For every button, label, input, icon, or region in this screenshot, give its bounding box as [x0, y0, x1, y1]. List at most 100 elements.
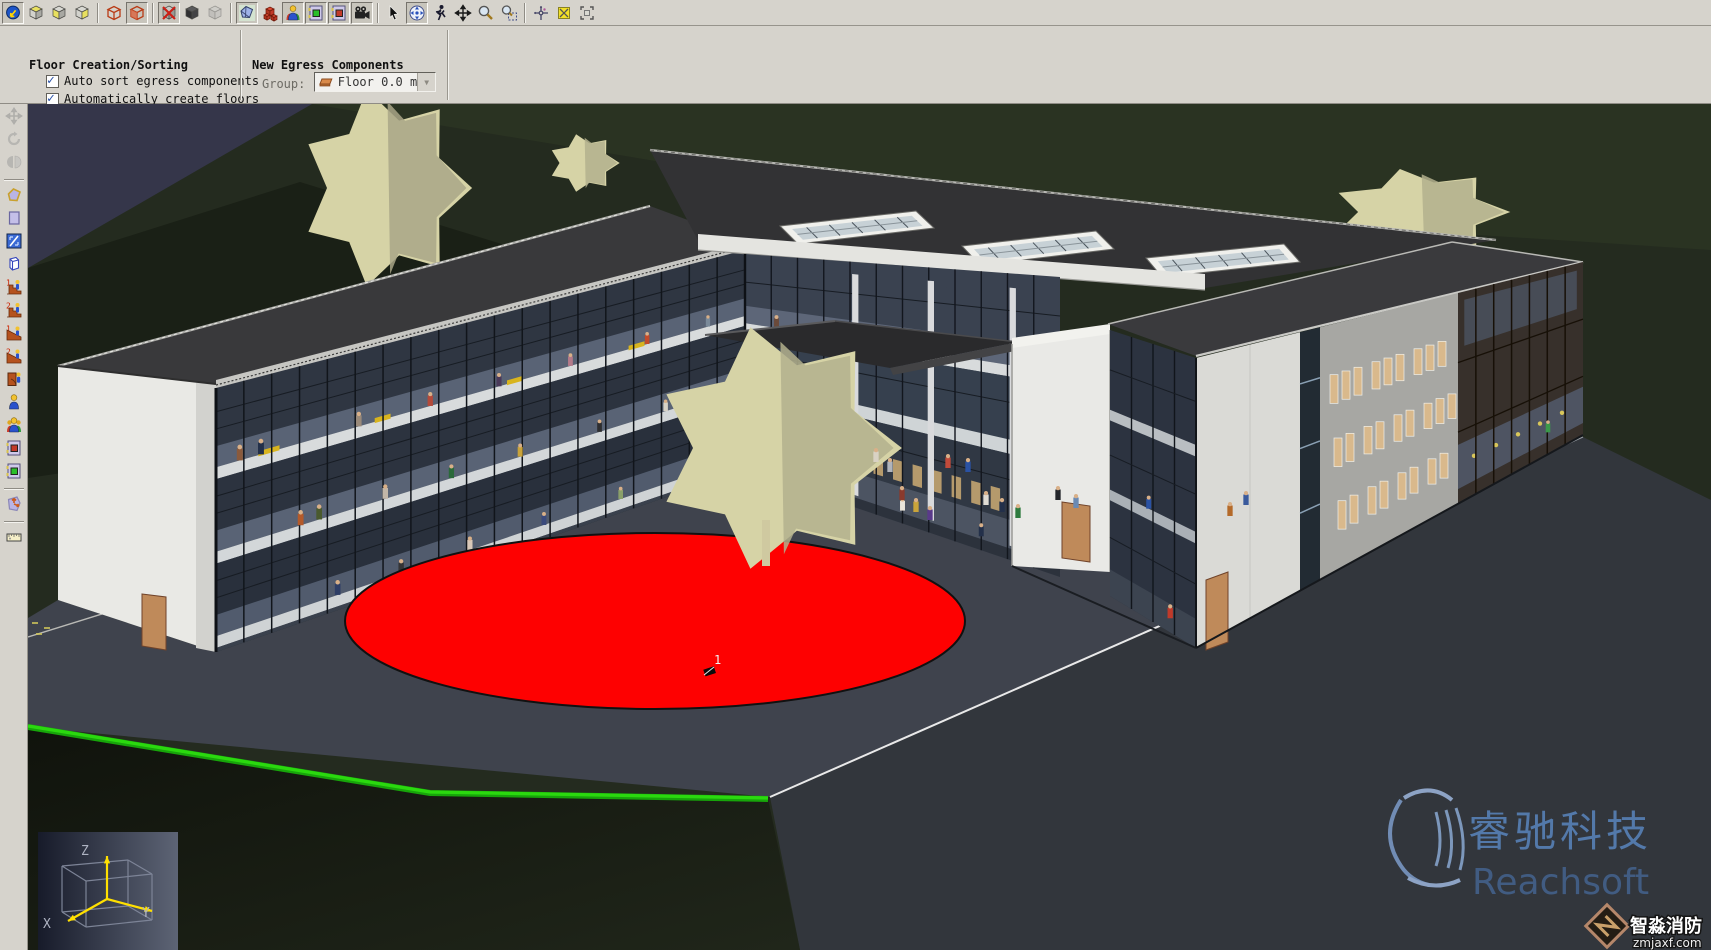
scene-geometry: [28, 104, 1711, 950]
zoom-fit-selected-icon: [578, 4, 596, 22]
group-combobox[interactable]: Floor 0.0 m ▼: [314, 72, 436, 92]
zoom-tool-icon: [477, 4, 495, 22]
stairs-one-point-icon: 1: [5, 278, 23, 299]
show-solid-icon: [183, 4, 201, 22]
show-transparent-button: [204, 2, 226, 24]
auto-sort-label: Auto sort egress components: [64, 74, 259, 88]
scene-canvas[interactable]: 1 Z X Y 睿驰科技 Reachsoft: [28, 104, 1711, 950]
ramp-one-point-button[interactable]: 1: [3, 323, 25, 345]
ribbon-panel: Floor Creation/Sorting Auto sort egress …: [0, 27, 1711, 104]
sidebar-divider: [4, 179, 24, 181]
draw-rectangle-room-icon: [5, 209, 23, 230]
toolbar-separator: [377, 3, 379, 23]
edit-split-icon: [5, 232, 23, 253]
application-window: Floor Creation/Sorting Auto sort egress …: [0, 0, 1711, 950]
show-transparent-icon: [206, 4, 224, 22]
view-front-button[interactable]: [48, 2, 70, 24]
toolbar-separator: [230, 3, 232, 23]
show-exit-doors-button[interactable]: [305, 2, 327, 24]
reset-camera-icon: [532, 4, 550, 22]
solid-wireframe-mode-icon: [128, 4, 146, 22]
group-value: Floor 0.0 m: [338, 75, 417, 89]
marker-label: 1: [714, 653, 721, 667]
door-red-button[interactable]: [3, 438, 25, 460]
wireframe-mode-button[interactable]: [103, 2, 125, 24]
stairs-two-point-icon: 2: [5, 301, 23, 322]
add-occupant-button[interactable]: [3, 392, 25, 414]
ribbon-separator-1: [240, 30, 242, 100]
walk-tool-button[interactable]: [429, 2, 451, 24]
extrude-icon: [5, 255, 23, 276]
toolbar-group-1: [2, 2, 93, 24]
hide-objects-button[interactable]: [158, 2, 180, 24]
view-top-button[interactable]: [25, 2, 47, 24]
badge-name-cn: 智淼消防: [1630, 915, 1702, 937]
zoom-tool-button[interactable]: [475, 2, 497, 24]
axis-y-label: Y: [142, 906, 150, 921]
orbit-tool-icon: [408, 4, 426, 22]
reset-camera-button[interactable]: [530, 2, 552, 24]
show-materials-button[interactable]: [236, 2, 258, 24]
draw-polygon-room-button[interactable]: [3, 185, 25, 207]
pan-tool-icon: [454, 4, 472, 22]
add-occupant-group-button[interactable]: [3, 415, 25, 437]
zoom-fit-all-icon: [555, 4, 573, 22]
add-door-button[interactable]: [3, 369, 25, 391]
toolbar-separator: [97, 3, 99, 23]
show-interior-doors-icon: [330, 4, 348, 22]
show-object-groups-button[interactable]: [259, 2, 281, 24]
perspective-view-icon: [4, 4, 22, 22]
toolbar-group-3: [158, 2, 226, 24]
hide-objects-icon: [160, 4, 178, 22]
move-object-icon: [5, 107, 23, 128]
door-green-button[interactable]: [3, 461, 25, 483]
mirror-object-button: [3, 152, 25, 174]
rotate-object-icon: [5, 130, 23, 151]
zoom-fit-selected-button[interactable]: [576, 2, 598, 24]
toolbar-separator: [524, 3, 526, 23]
pan-tool-button[interactable]: [452, 2, 474, 24]
floor-icon: [318, 76, 335, 88]
show-solid-button[interactable]: [181, 2, 203, 24]
orbit-tool-button[interactable]: [406, 2, 428, 24]
draw-rectangle-room-button[interactable]: [3, 208, 25, 230]
zoom-fit-all-button[interactable]: [553, 2, 575, 24]
show-materials-icon: [238, 4, 256, 22]
combo-dropdown-arrow-icon[interactable]: ▼: [417, 73, 435, 91]
stairs-one-point-button[interactable]: 1: [3, 277, 25, 299]
view-side-icon: [73, 4, 91, 22]
measure-tool-button[interactable]: [3, 527, 25, 549]
ramp-two-point-button[interactable]: 2: [3, 346, 25, 368]
toolbar-group-2: [103, 2, 148, 24]
add-elevator-button[interactable]: [3, 494, 25, 516]
watermark-brand-cn: 睿驰科技: [1468, 807, 1652, 856]
toolbar-group-5: [383, 2, 520, 24]
auto-sort-checkbox[interactable]: [46, 75, 59, 88]
results-camera-icon: [353, 4, 371, 22]
view-side-button[interactable]: [71, 2, 93, 24]
add-occupant-icon: [5, 393, 23, 414]
viewport-3d[interactable]: 1 Z X Y 睿驰科技 Reachsoft: [28, 104, 1711, 950]
show-exit-doors-icon: [307, 4, 325, 22]
extrude-button[interactable]: [3, 254, 25, 276]
ramp-two-point-icon: 2: [5, 347, 23, 368]
show-object-groups-icon: [261, 4, 279, 22]
walk-tool-icon: [431, 4, 449, 22]
results-camera-button[interactable]: [351, 2, 373, 24]
main-toolbar: [0, 0, 1711, 26]
edit-split-button[interactable]: [3, 231, 25, 253]
perspective-view-button[interactable]: [2, 2, 24, 24]
zoom-box-tool-button[interactable]: [498, 2, 520, 24]
floor-creation-title: Floor Creation/Sorting: [29, 58, 188, 72]
solid-wireframe-mode-button[interactable]: [126, 2, 148, 24]
add-occupant-group-icon: [5, 416, 23, 437]
mirror-object-icon: [5, 153, 23, 174]
show-interior-doors-button[interactable]: [328, 2, 350, 24]
view-top-icon: [27, 4, 45, 22]
rotate-object-button: [3, 129, 25, 151]
show-occupants-button[interactable]: [282, 2, 304, 24]
measure-tool-icon: [5, 528, 23, 549]
select-tool-button[interactable]: [383, 2, 405, 24]
stairs-two-point-button[interactable]: 2: [3, 300, 25, 322]
badge-url: zmjaxf.com: [1633, 936, 1702, 950]
